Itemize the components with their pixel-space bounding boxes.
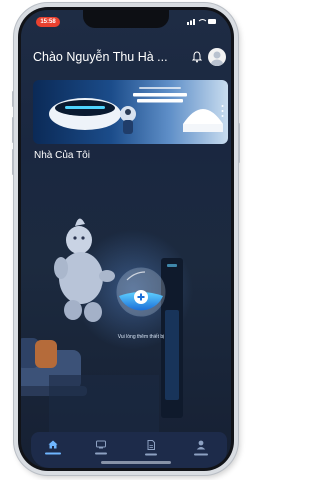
home-indicator (101, 461, 171, 464)
avatar[interactable] (208, 48, 226, 66)
banner-text (125, 86, 195, 113)
nav-devices[interactable] (81, 440, 121, 455)
banner-text-artwork (133, 87, 187, 103)
banner-pager-dots (221, 104, 224, 119)
bell-icon[interactable] (191, 50, 203, 63)
add-device-button[interactable] (115, 266, 167, 318)
promo-banner[interactable] (33, 80, 228, 144)
nav-documents-label (131, 453, 171, 456)
add-device-label: Vui lòng thêm thiết bị (117, 334, 165, 340)
home-scene-illustration (21, 218, 193, 435)
user-icon (196, 440, 206, 450)
app-screen: 15:58 Chào Nguyễn Thu Hà ... Nhà Của Tôi… (21, 10, 231, 468)
phone-frame: 15:58 Chào Nguyễn Thu Hà ... Nhà Của Tôi… (12, 3, 240, 475)
home-icon (48, 440, 58, 449)
mute-switch (12, 91, 14, 107)
phone-notch (83, 10, 169, 28)
document-icon (147, 440, 155, 450)
volume-down-button (12, 149, 14, 175)
devices-icon (96, 440, 106, 449)
nav-home[interactable] (33, 440, 73, 455)
floor-shadow (49, 375, 159, 435)
nav-devices-label-artwork (95, 452, 107, 455)
greeting-text: Chào Nguyễn Thu Hà ... (33, 50, 168, 64)
phone-bezel: 15:58 Chào Nguyễn Thu Hà ... Nhà Của Tôi… (18, 7, 234, 471)
nav-documents[interactable] (131, 440, 171, 456)
signal-battery-icon (187, 19, 216, 25)
volume-up-button (12, 117, 14, 143)
bottom-navigation (31, 432, 227, 468)
status-time: 15:58 (36, 17, 60, 27)
nav-devices-label (81, 452, 121, 455)
nav-documents-label-artwork (145, 453, 157, 456)
add-device-globe-icon (116, 267, 166, 317)
power-button (238, 123, 240, 163)
nav-account-label (181, 453, 221, 456)
nav-home-label (33, 452, 73, 455)
nav-account-label-artwork (194, 453, 208, 456)
home-title: Nhà Của Tôi (34, 150, 90, 161)
nav-account[interactable] (181, 440, 221, 456)
notification-bell-icon (191, 51, 203, 63)
status-icons (187, 18, 217, 27)
user-avatar-icon (211, 51, 223, 66)
nav-home-label-artwork (45, 452, 61, 455)
dots-vertical-icon (221, 105, 224, 117)
